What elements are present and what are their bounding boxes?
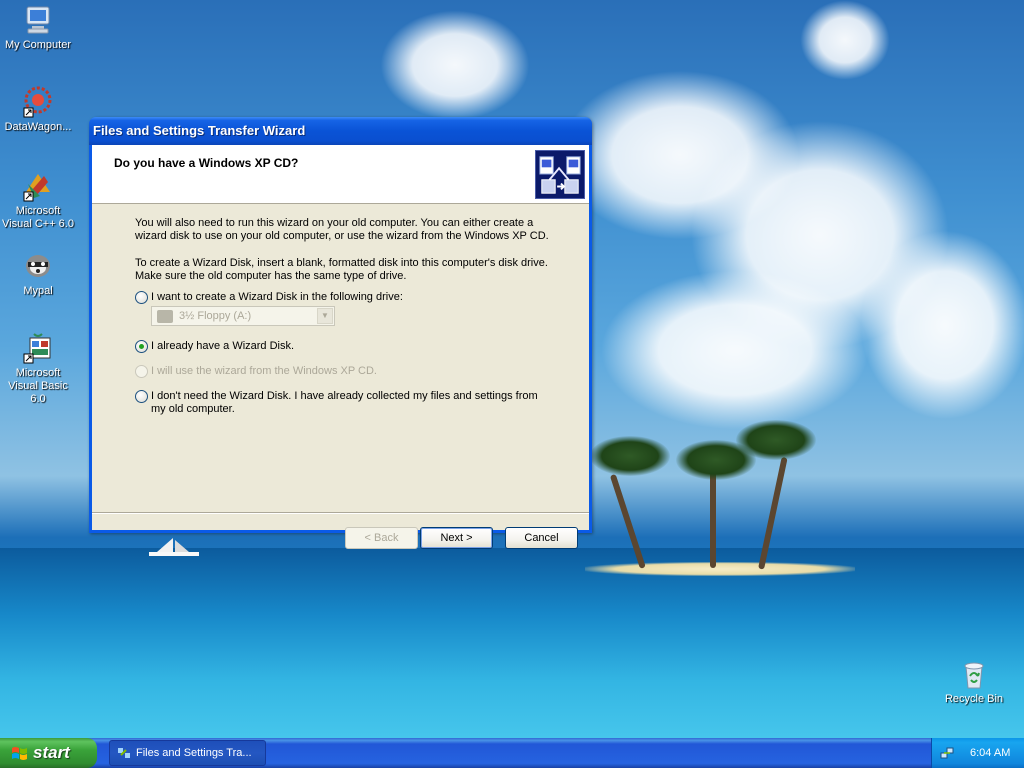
start-button[interactable]: start: [0, 738, 97, 768]
desktop-icon-datawagon[interactable]: DataWagon...: [0, 86, 76, 134]
chevron-down-icon: ▼: [317, 308, 333, 324]
mypal-icon: [26, 255, 50, 277]
island-sand: [585, 562, 855, 576]
desktop-icon-label: Microsoft Visual C++ 6.0: [2, 205, 74, 230]
datawagon-icon: [23, 86, 52, 118]
desktop-icon-visual-cpp[interactable]: Microsoft Visual C++ 6.0: [0, 170, 76, 231]
option-label: I will use the wizard from the Windows X…: [151, 365, 377, 377]
desktop-icon-label: My Computer: [4, 39, 72, 51]
desktop-icon-recycle-bin[interactable]: Recycle Bin: [936, 658, 1012, 706]
network-icon[interactable]: [940, 746, 954, 760]
option-label: I want to create a Wizard Disk in the fo…: [151, 291, 403, 303]
page-title: Do you have a Windows XP CD?: [114, 156, 299, 170]
desktop-icon-label: Recycle Bin: [944, 693, 1004, 705]
my-computer-icon: [26, 6, 50, 34]
transfer-wizard-icon: [535, 150, 585, 199]
clock[interactable]: 6:04 AM: [970, 738, 1010, 768]
taskbar-item-wizard[interactable]: Files and Settings Tra...: [109, 740, 266, 766]
option-create-wizard-disk[interactable]: I want to create a Wizard Disk in the fo…: [135, 291, 565, 304]
cloud: [800, 0, 890, 80]
wizard-window: Files and Settings Transfer Wizard Do yo…: [89, 117, 592, 549]
radio-button-disabled: [135, 365, 148, 378]
transfer-wizard-icon: [118, 748, 130, 758]
cancel-button[interactable]: Cancel: [505, 527, 578, 549]
cloud: [860, 230, 1024, 420]
instructions-paragraph: To create a Wizard Disk, insert a blank,…: [135, 257, 548, 282]
wizard-client-area: Do you have a Windows XP CD? You will al…: [92, 145, 589, 549]
system-tray: 6:04 AM: [931, 738, 1024, 768]
option-no-wizard-disk[interactable]: I don't need the Wizard Disk. I have alr…: [135, 390, 565, 416]
recycle-bin-icon: [964, 662, 984, 689]
desktop-icon-mypal[interactable]: Mypal: [0, 250, 76, 298]
desktop-icon-label: Mypal: [23, 285, 53, 297]
palm-leaves: [736, 420, 816, 460]
cloud: [380, 10, 530, 120]
cloud: [600, 270, 870, 430]
sailboat: [149, 538, 199, 556]
desktop-icon-label: Microsoft Visual Basic 6.0: [8, 367, 68, 405]
drive-select: 3½ Floppy (A:) ▼: [151, 306, 335, 326]
window-titlebar[interactable]: Files and Settings Transfer Wizard: [89, 117, 592, 145]
windows-flag-icon: [12, 747, 27, 760]
sea: [0, 548, 1024, 738]
desktop-icon-label: DataWagon...: [4, 121, 72, 133]
taskbar-item-label: Files and Settings Tra...: [136, 747, 252, 759]
visual-cpp-icon: [23, 174, 50, 202]
palm-leaves: [590, 436, 670, 476]
option-already-have-disk[interactable]: I already have a Wizard Disk.: [135, 340, 565, 353]
desktop-icon-visual-basic[interactable]: Microsoft Visual Basic 6.0: [0, 332, 76, 406]
radio-button[interactable]: [135, 390, 148, 403]
taskbar: start Files and Settings Tra... 6:04 AM: [0, 738, 1024, 768]
wizard-header: Do you have a Windows XP CD?: [92, 145, 589, 204]
intro-paragraph: You will also need to run this wizard on…: [135, 217, 549, 242]
palm-trunk: [710, 470, 716, 568]
option-label: I already have a Wizard Disk.: [151, 340, 295, 352]
drive-select-value: 3½ Floppy (A:): [179, 309, 252, 322]
radio-button[interactable]: [135, 291, 148, 304]
option-label: I don't need the Wizard Disk. I have alr…: [151, 390, 538, 415]
next-button[interactable]: Next >: [420, 527, 493, 549]
wizard-content: You will also need to run this wizard on…: [135, 217, 565, 424]
floppy-drive-icon: [157, 309, 173, 323]
visual-basic-icon: [23, 333, 51, 364]
window-title: Files and Settings Transfer Wizard: [93, 123, 306, 138]
start-label: start: [33, 743, 70, 762]
option-use-xp-cd: I will use the wizard from the Windows X…: [135, 365, 565, 378]
button-separator: [92, 512, 589, 514]
desktop-icon-my-computer[interactable]: My Computer: [0, 4, 76, 52]
back-button: < Back: [345, 527, 418, 549]
radio-button-selected[interactable]: [135, 340, 148, 353]
